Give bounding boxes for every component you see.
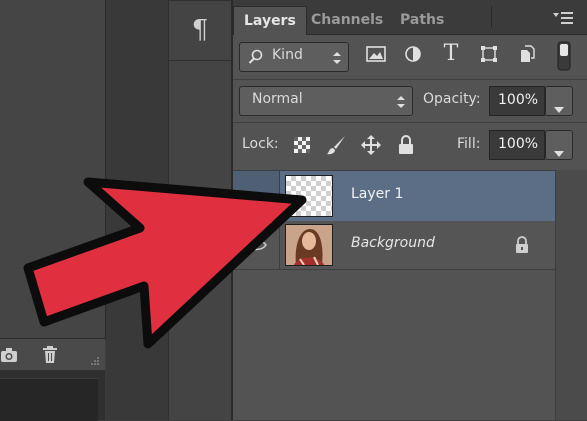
lock-transparent-icon[interactable] — [293, 136, 311, 154]
paragraph-panel-icon[interactable]: ¶ — [184, 14, 216, 46]
panel-tab-bar: Layers Channels Paths — [233, 0, 587, 35]
tab-channels[interactable]: Channels — [301, 6, 393, 34]
image-filter-icon[interactable] — [364, 44, 388, 68]
layer-visibility-toggle[interactable] — [233, 221, 280, 269]
blend-mode-select[interactable]: Normal — [239, 86, 413, 116]
opacity-dropdown-button[interactable] — [545, 86, 573, 116]
left-panel-footer — [0, 338, 105, 371]
chevron-down-icon — [554, 98, 564, 113]
layer-lock-icon — [514, 235, 530, 255]
opacity-value: 100% — [498, 92, 539, 108]
layer-visibility-toggle[interactable] — [233, 171, 280, 221]
fill-dropdown-button[interactable] — [545, 130, 573, 160]
layer-row-selected[interactable]: Layer 1 — [233, 170, 555, 222]
search-icon — [248, 49, 264, 65]
panel-menu-icon[interactable] — [551, 10, 575, 26]
lock-position-icon[interactable] — [360, 134, 382, 156]
camera-icon[interactable] — [0, 345, 20, 365]
layer-name[interactable]: Layer 1 — [351, 186, 403, 202]
shape-filter-icon[interactable] — [477, 44, 501, 68]
tab-paths[interactable]: Paths — [390, 6, 454, 34]
background-thumbnail — [285, 224, 333, 266]
smart-object-filter-icon[interactable] — [515, 44, 539, 68]
chevron-updown-icon — [396, 94, 406, 108]
resize-grip[interactable] — [88, 353, 100, 365]
chevron-down-icon — [554, 142, 564, 157]
filter-kind-select[interactable]: Kind — [239, 42, 349, 72]
opacity-label: Opacity: — [423, 91, 481, 107]
workspace-gap — [106, 0, 169, 420]
collapsed-panel-strip — [169, 0, 233, 420]
eye-icon — [245, 237, 267, 251]
layer-row[interactable]: Background — [233, 221, 555, 270]
lock-label: Lock: — [242, 136, 279, 152]
left-panel-content — [0, 378, 98, 421]
fill-input[interactable]: 100% — [489, 130, 545, 160]
blend-mode-value: Normal — [252, 91, 303, 107]
lock-paint-brush-icon[interactable] — [325, 134, 347, 156]
layers-scrollbar-track[interactable] — [555, 170, 587, 420]
lock-all-icon[interactable] — [397, 134, 415, 156]
filter-kind-label: Kind — [272, 47, 303, 63]
adjustment-filter-icon[interactable] — [401, 44, 425, 68]
layer-thumbnail — [285, 175, 333, 217]
tab-layers[interactable]: Layers — [233, 6, 307, 35]
opacity-input[interactable]: 100% — [489, 86, 545, 116]
layer-name[interactable]: Background — [351, 235, 435, 251]
chevron-updown-icon — [332, 50, 342, 64]
fill-label: Fill: — [457, 136, 481, 152]
fill-value: 100% — [498, 136, 539, 152]
layers-empty-area — [233, 270, 555, 420]
document-canvas-area — [0, 0, 106, 340]
type-filter-icon[interactable]: T — [439, 42, 463, 66]
trash-icon[interactable] — [40, 345, 60, 365]
toggle-filter-icon[interactable] — [557, 41, 571, 71]
